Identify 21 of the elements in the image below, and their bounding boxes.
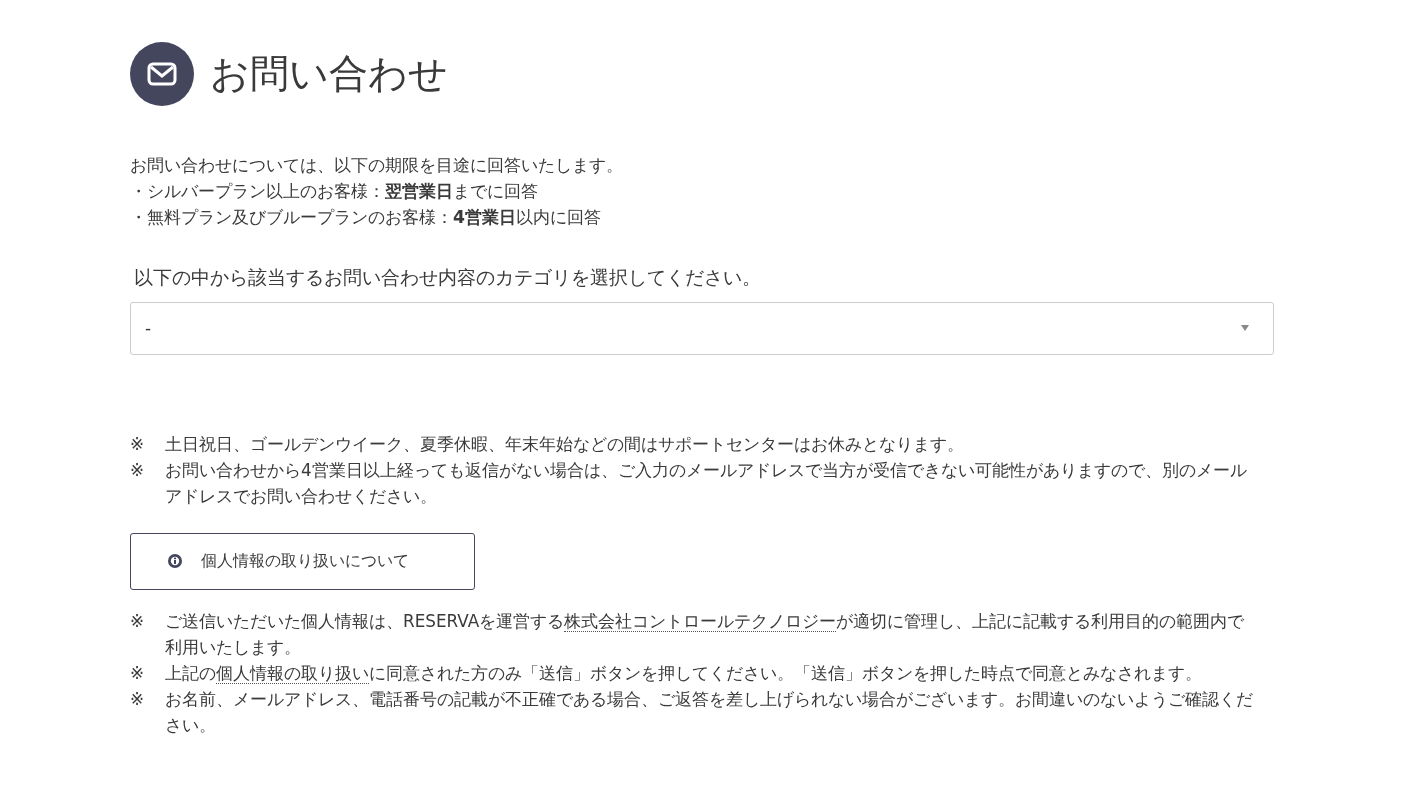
page-title: お問い合わせ bbox=[210, 50, 448, 98]
note-mark: ※ bbox=[130, 661, 146, 685]
intro-text: ・シルバープラン以上のお客様：翌営業日までに回答 bbox=[130, 180, 539, 203]
note-text: お名前、メールアドレス、電話番号の記載が不正確である場合、ご返答を差し上げられない場合がございます。お間違いのないようご確認ください。 bbox=[165, 687, 1254, 737]
note-text: ご送信いただいた個人情報は、RESERVAを運営する株式会社コントロールテクノロジーが適切に管理し、上記に記載する利用目的の範囲内で利用いたします。 bbox=[165, 609, 1246, 659]
info-icon bbox=[167, 553, 183, 570]
caret-icon bbox=[1241, 325, 1249, 332]
intro-text: お問い合わせについては、以下の期限を目途に回答いたします。 bbox=[130, 154, 624, 177]
intro-text: ・無料プラン及びブループランのお客様：4営業日以内に回答 bbox=[130, 206, 602, 229]
note-text: お問い合わせから4営業日以上経っても返信がない場合は、ご入力のメールアドレスで当方が受信できない可能性がありますので、別のメールアドレスでお問い合わせください。 bbox=[165, 458, 1248, 508]
note-mark: ※ bbox=[130, 458, 146, 482]
category-select[interactable]: - bbox=[130, 301, 1274, 355]
category-label: 以下の中から該当するお問い合わせ内容のカテゴリを選択してください。 bbox=[134, 266, 762, 290]
text-link[interactable]: 個人情報の取り扱い bbox=[216, 662, 369, 684]
note-mark: ※ bbox=[130, 432, 146, 456]
note-mark: ※ bbox=[130, 609, 146, 633]
privacy-button[interactable]: 個人情報の取り扱いについて bbox=[130, 532, 475, 590]
note-text: 土日祝日、ゴールデンウイーク、夏季休暇、年末年始などの間はサポートセンターはお休みとなります。 bbox=[165, 432, 964, 456]
text-link[interactable]: 株式会社コントロールテクノロジー bbox=[564, 610, 837, 632]
note-mark: ※ bbox=[130, 687, 146, 711]
note-text: 上記の個人情報の取り扱いに同意された方のみ「送信」ボタンを押してください。「送信」ボタンを押した時点で同意とみなされます。 bbox=[165, 661, 1202, 686]
